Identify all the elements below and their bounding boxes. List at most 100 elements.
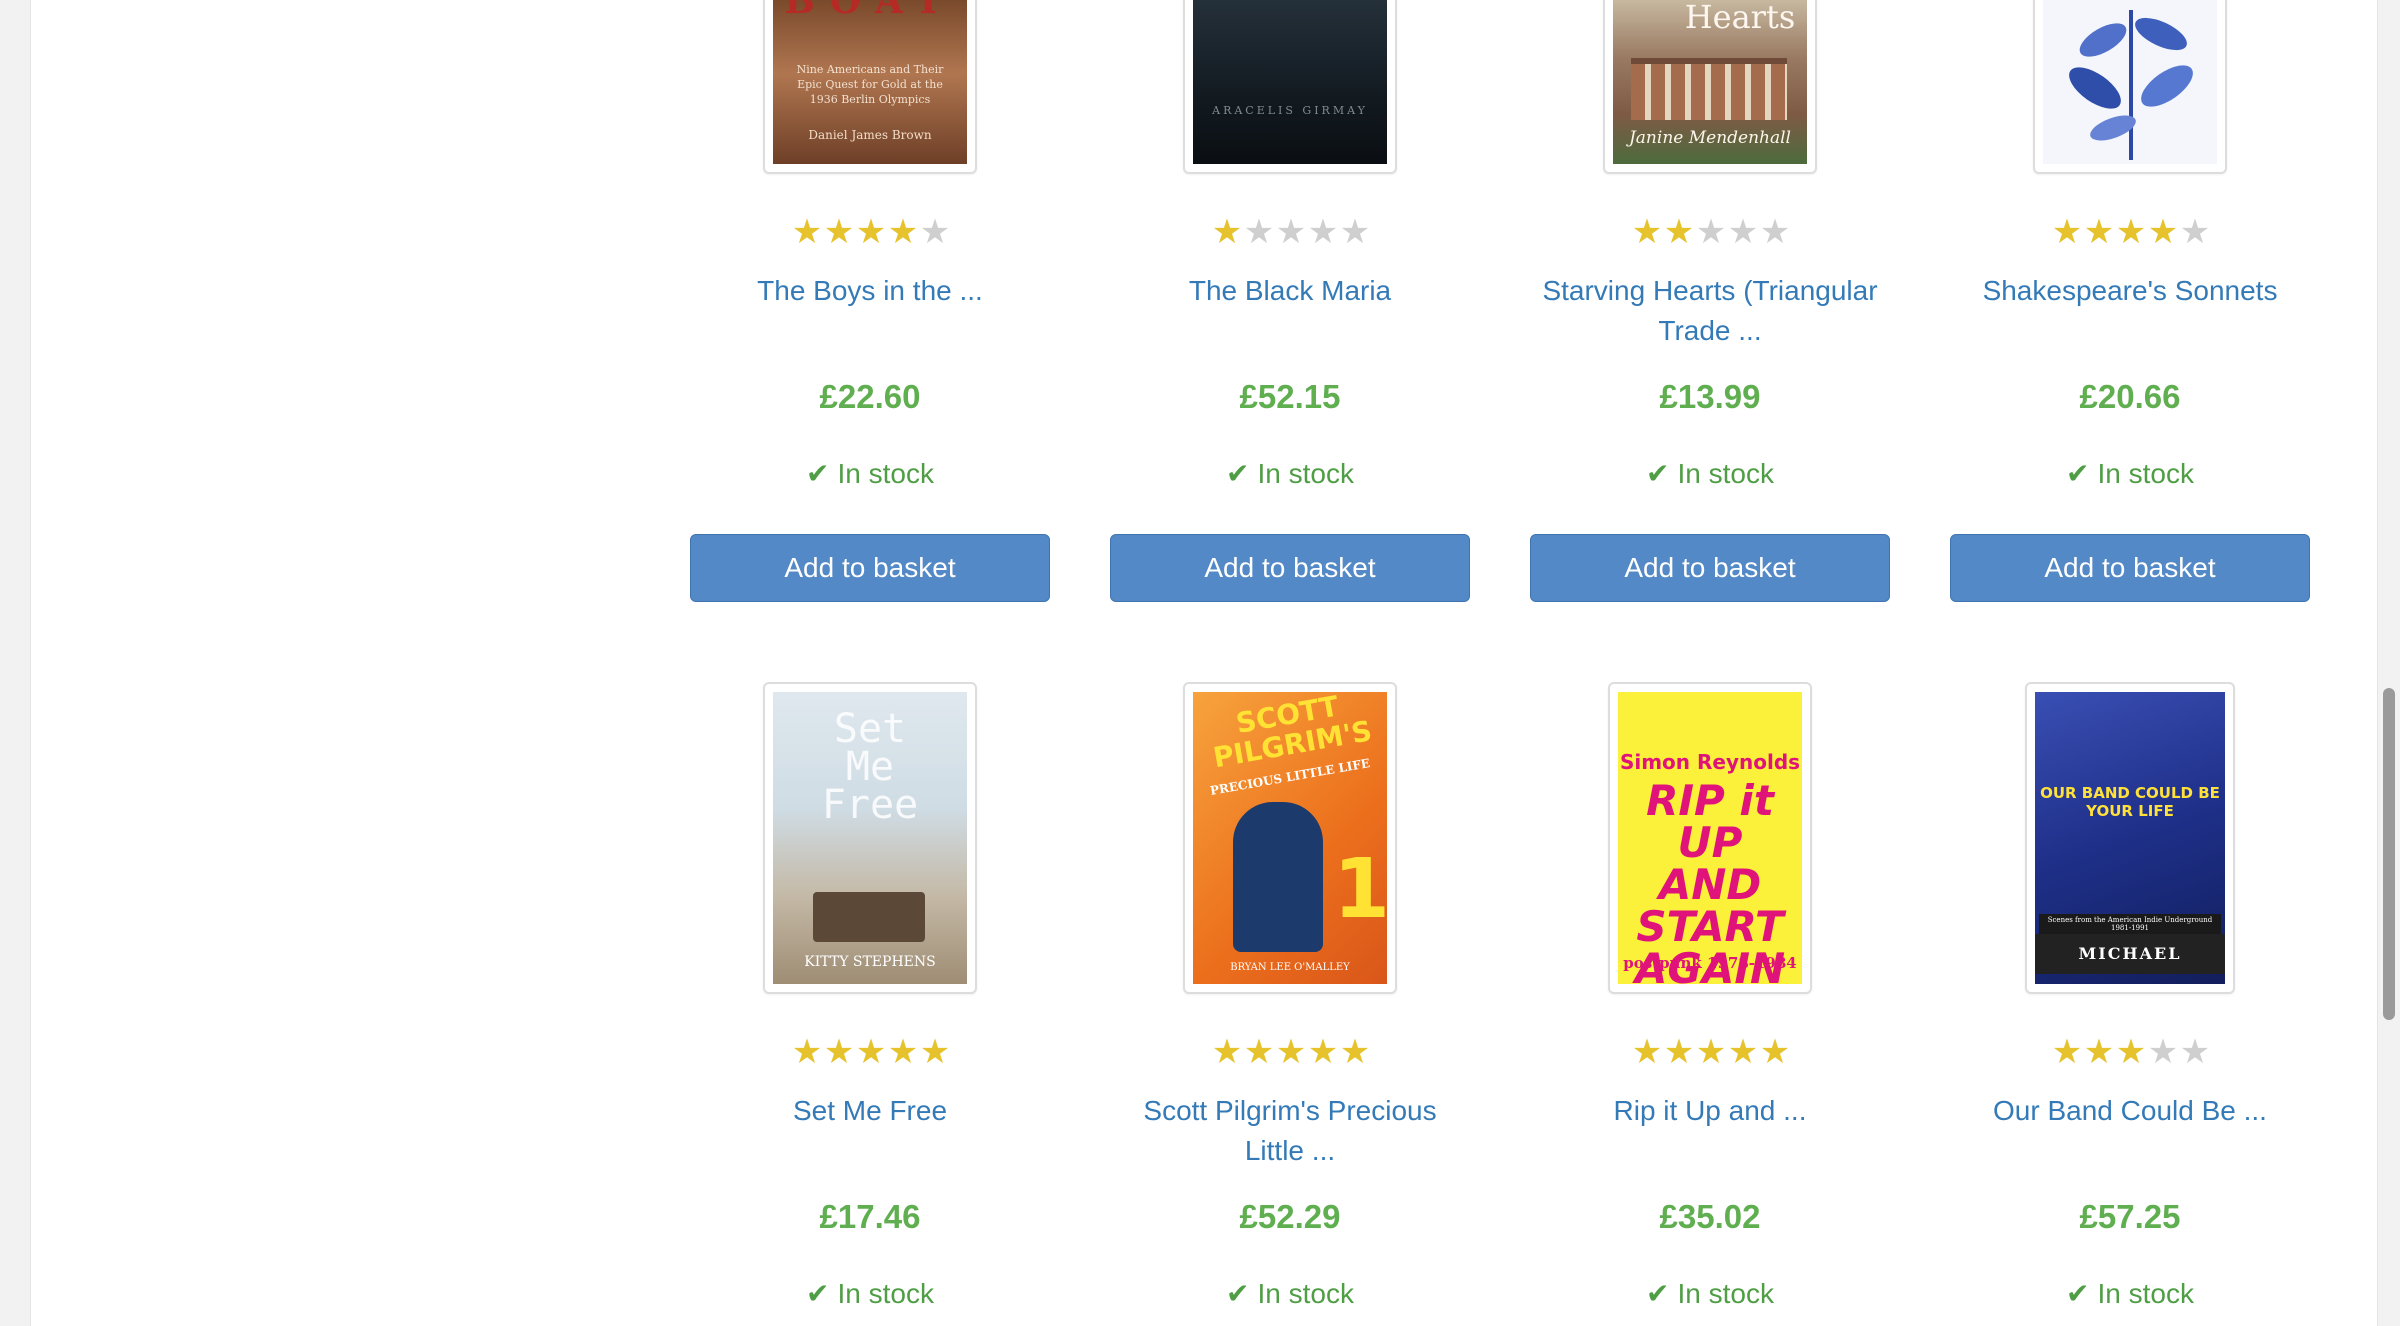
cover-author: BRYAN LEE O'MALLEY — [1230, 962, 1350, 973]
product-title-link[interactable]: Shakespeare's Sonnets — [1950, 271, 2310, 311]
book-cover-thumbnail[interactable]: ARACELIS GIRMAY — [1183, 0, 1397, 174]
book-cover-image: Simon Reynolds RIP it UP AND START AGAIN… — [1618, 692, 1802, 984]
book-cover-thumbnail[interactable]: Hearts Janine Mendenhall — [1603, 0, 1817, 174]
star-icon: ★ — [855, 1033, 886, 1071]
vertical-scrollbar[interactable] — [2378, 0, 2400, 1326]
star-rating: ★ ★ ★ ★ ★ — [1530, 1035, 1890, 1069]
star-icon: ★ — [2051, 213, 2082, 251]
availability-status: ✔ In stock — [1530, 1274, 1890, 1314]
product-title-link[interactable]: Rip it Up and ... — [1530, 1091, 1890, 1131]
product-price: £35.02 — [1659, 1198, 1761, 1235]
cover-bench-illustration — [813, 892, 925, 942]
product-price: £20.66 — [2079, 378, 2181, 415]
check-icon: ✔ — [2066, 1278, 2090, 1309]
product-title-link[interactable]: Set Me Free — [690, 1091, 1050, 1131]
star-icon: ★ — [1275, 1033, 1306, 1071]
book-cover-image — [2043, 0, 2217, 164]
star-icon: ★ — [823, 213, 854, 251]
star-icon: ★ — [1243, 1033, 1274, 1071]
star-rating: ★ ★ ★ ★ ★ — [690, 1035, 1050, 1069]
cover-character-illustration — [1233, 802, 1323, 952]
product-price: £52.15 — [1239, 378, 1341, 415]
star-icon: ★ — [1695, 1033, 1726, 1071]
star-icon: ★ — [2147, 1033, 2178, 1071]
product-title-link[interactable]: Starving Hearts (Triangular Trade ... — [1530, 271, 1890, 351]
star-icon: ★ — [1663, 213, 1694, 251]
star-icon: ★ — [2147, 213, 2178, 251]
star-rating: ★ ★ ★ ★ ★ — [1110, 1035, 1470, 1069]
star-icon: ★ — [855, 213, 886, 251]
star-icon: ★ — [887, 1033, 918, 1071]
star-icon: ★ — [1631, 213, 1662, 251]
availability-label: In stock — [837, 1278, 934, 1309]
book-cover-thumbnail[interactable]: Set Me Free KITTY STEPHENS — [763, 682, 977, 994]
star-icon: ★ — [791, 1033, 822, 1071]
product-title-link[interactable]: Scott Pilgrim's Precious Little ... — [1110, 1091, 1470, 1171]
book-cover-thumbnail[interactable]: OUR BAND COULD BE YOUR LIFE Scenes from … — [2025, 682, 2235, 994]
star-icon: ★ — [823, 1033, 854, 1071]
product-price: £22.60 — [819, 378, 921, 415]
star-rating: ★ ★ ★ ★ ★ — [1110, 215, 1470, 249]
star-icon: ★ — [1759, 1033, 1790, 1071]
star-icon: ★ — [1663, 1033, 1694, 1071]
product-grid: BOAT Nine Americans and Their Epic Quest… — [0, 0, 2400, 1326]
book-cover-image: Set Me Free KITTY STEPHENS — [773, 692, 967, 984]
star-icon: ★ — [1339, 213, 1370, 251]
cover-author: KITTY STEPHENS — [804, 954, 936, 970]
add-to-basket-button[interactable]: Add to basket — [1110, 534, 1470, 602]
availability-label: In stock — [837, 458, 934, 489]
star-icon: ★ — [2115, 1033, 2146, 1071]
availability-label: In stock — [2097, 1278, 2194, 1309]
cover-author: ARACELIS GIRMAY — [1212, 104, 1368, 117]
product-price: £52.29 — [1239, 1198, 1341, 1235]
book-cover-image: BOAT Nine Americans and Their Epic Quest… — [773, 0, 967, 164]
star-icon: ★ — [2115, 213, 2146, 251]
book-cover-thumbnail[interactable]: Simon Reynolds RIP it UP AND START AGAIN… — [1608, 682, 1812, 994]
star-icon: ★ — [1211, 213, 1242, 251]
availability-label: In stock — [1257, 458, 1354, 489]
check-icon: ✔ — [1226, 458, 1250, 489]
product-price: £57.25 — [2079, 1198, 2181, 1235]
star-icon: ★ — [919, 1033, 950, 1071]
cover-subtitle: Nine Americans and Their Epic Quest for … — [796, 63, 944, 106]
availability-status: ✔ In stock — [1110, 1274, 1470, 1314]
book-cover-thumbnail[interactable] — [2033, 0, 2227, 174]
check-icon: ✔ — [2066, 458, 2090, 489]
book-cover-thumbnail[interactable]: BOAT Nine Americans and Their Epic Quest… — [763, 0, 977, 174]
check-icon: ✔ — [1646, 1278, 1670, 1309]
star-icon: ★ — [1727, 1033, 1758, 1071]
star-icon: ★ — [1339, 1033, 1370, 1071]
book-cover-image: Hearts Janine Mendenhall — [1613, 0, 1807, 164]
add-to-basket-button[interactable]: Add to basket — [1530, 534, 1890, 602]
cover-author: Daniel James Brown — [808, 128, 932, 142]
scrollbar-thumb[interactable] — [2383, 688, 2395, 1020]
availability-label: In stock — [2097, 458, 2194, 489]
book-cover-thumbnail[interactable]: SCOTT PILGRIM'S PRECIOUS LITTLE LIFE 1 B… — [1183, 682, 1397, 994]
product-price: £13.99 — [1659, 378, 1761, 415]
cover-heading: BOAT — [784, 0, 956, 22]
add-to-basket-button[interactable]: Add to basket — [690, 534, 1050, 602]
product-title-link[interactable]: The Black Maria — [1110, 271, 1470, 311]
cover-author: MICHAEL AZERRAD — [2035, 934, 2225, 974]
book-cover-image: SCOTT PILGRIM'S PRECIOUS LITTLE LIFE 1 B… — [1193, 692, 1387, 984]
cover-house-illustration — [1631, 58, 1787, 120]
availability-status: ✔ In stock — [690, 454, 1050, 494]
star-icon: ★ — [1307, 213, 1338, 251]
star-icon: ★ — [1759, 213, 1790, 251]
availability-label: In stock — [1257, 1278, 1354, 1309]
availability-status: ✔ In stock — [1110, 454, 1470, 494]
star-icon: ★ — [1307, 1033, 1338, 1071]
cover-subtitle: Scenes from the American Indie Undergrou… — [2039, 914, 2221, 934]
product-title-link[interactable]: The Boys in the ... — [690, 271, 1050, 311]
add-to-basket-button[interactable]: Add to basket — [1950, 534, 2310, 602]
star-icon: ★ — [919, 213, 950, 251]
availability-label: In stock — [1677, 1278, 1774, 1309]
star-rating: ★ ★ ★ ★ ★ — [1950, 1035, 2310, 1069]
star-icon: ★ — [2179, 1033, 2210, 1071]
availability-status: ✔ In stock — [690, 1274, 1050, 1314]
product-title-link[interactable]: Our Band Could Be ... — [1950, 1091, 2310, 1131]
availability-status: ✔ In stock — [1950, 454, 2310, 494]
availability-status: ✔ In stock — [1950, 1274, 2310, 1314]
cover-heading: Set Me Free — [821, 706, 919, 828]
check-icon: ✔ — [806, 1278, 830, 1309]
